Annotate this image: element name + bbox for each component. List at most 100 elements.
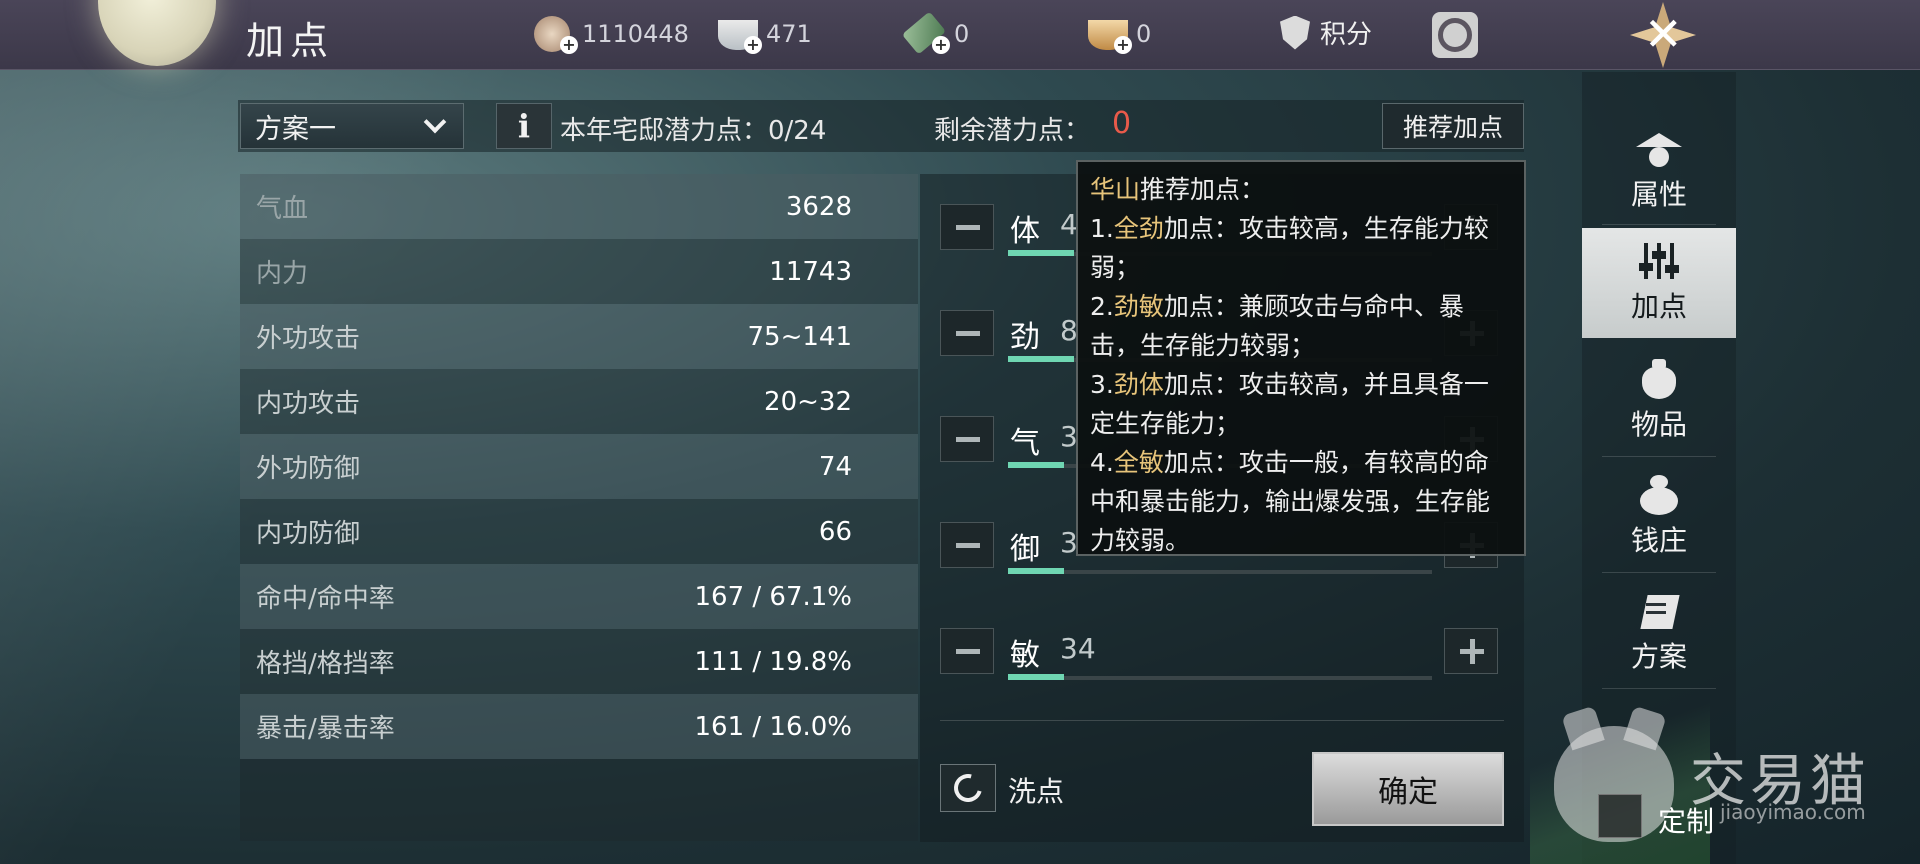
tooltip-item-key: 劲体: [1113, 370, 1164, 399]
decrease-button[interactable]: [940, 416, 994, 462]
stat-value: 74: [818, 451, 852, 482]
tooltip-title: 华山推荐加点：: [1090, 170, 1512, 209]
stat-value: 167 / 67.1%: [694, 581, 852, 612]
decrease-button[interactable]: [940, 204, 994, 250]
tooltip-item-key: 全劲: [1113, 214, 1164, 243]
increase-button[interactable]: [1444, 628, 1498, 674]
attribute-name: 敏: [1010, 638, 1040, 673]
tooltip-title-text: 推荐加点：: [1140, 175, 1266, 204]
stat-value: 11743: [769, 256, 852, 287]
stat-value: 66: [818, 516, 852, 547]
attribute-fill: [1008, 462, 1064, 468]
chevron-down-icon: [423, 110, 447, 134]
stat-value: 75~141: [747, 321, 853, 352]
stat-value: 111 / 19.8%: [694, 646, 852, 677]
attribute-name: 体: [1010, 214, 1040, 249]
tooltip-item-key: 全敏: [1113, 448, 1164, 477]
stat-row: 内功攻击 20~32: [240, 369, 918, 434]
tooltip-item-key: 劲敏: [1113, 292, 1164, 321]
stat-row: 命中/命中率 167 / 67.1%: [240, 564, 918, 629]
stat-label: 外功防御: [256, 454, 361, 484]
attribute-fill: [1008, 674, 1064, 680]
nav-item-label: 加点: [1630, 290, 1687, 323]
silver-ingot-currency[interactable]: + 471: [718, 16, 812, 54]
attribute-row-min: 敏 34: [940, 628, 1500, 680]
tooltip-school: 华山: [1090, 175, 1141, 204]
close-button[interactable]: ✕: [1620, 0, 1704, 70]
plan-select-value: 方案一: [255, 113, 336, 145]
nav-item-items[interactable]: 物品: [1582, 346, 1736, 456]
points-label: 积分: [1320, 20, 1373, 50]
nav-item-add-points[interactable]: 加点: [1582, 228, 1736, 338]
sliders-icon: [1636, 241, 1682, 281]
money-bag-icon: [1636, 475, 1682, 515]
copper-coin-currency[interactable]: + 1110448: [534, 16, 689, 54]
stat-row: 暴击/暴击率 161 / 16.0%: [240, 694, 918, 759]
stats-empty-area: [240, 759, 918, 841]
silver-ingot-value: 471: [766, 20, 812, 48]
tooltip-item-index: 3.: [1090, 370, 1114, 399]
points-button[interactable]: 积分: [1280, 14, 1372, 51]
attribute-name: 气: [1010, 426, 1040, 461]
page-title: 加点: [246, 19, 335, 63]
confirm-button[interactable]: 确定: [1312, 752, 1504, 826]
attribute-name: 御: [1010, 532, 1040, 567]
stat-row: 外功攻击 75~141: [240, 304, 918, 369]
reset-points-label[interactable]: 洗点: [1008, 770, 1064, 810]
silver-ingot-icon: +: [718, 16, 762, 54]
nav-item-attributes[interactable]: 属性: [1582, 116, 1736, 226]
bag-icon: [1636, 359, 1682, 399]
ticket-value: 0: [954, 20, 970, 48]
gold-ingot-icon: +: [1088, 16, 1132, 54]
stat-label: 内功攻击: [256, 389, 361, 419]
stat-row: 气血 3628: [240, 174, 918, 239]
remaining-potential-value: 0: [1112, 106, 1132, 141]
custom-label: 定制: [1658, 805, 1715, 838]
nav-item-label: 钱庄: [1630, 524, 1687, 557]
stat-value: 20~32: [764, 386, 852, 417]
hat-icon: [1636, 129, 1682, 169]
decrease-button[interactable]: [940, 310, 994, 356]
attribute-track: [1008, 570, 1432, 574]
nav-item-label: 属性: [1630, 178, 1687, 211]
nav-divider: [1602, 456, 1716, 457]
stat-row: 格挡/格挡率 111 / 19.8%: [240, 629, 918, 694]
stat-label: 气血: [256, 194, 309, 224]
top-bar: 加点 + 1110448 + 471 + 0 + 0 积分 ✕: [0, 0, 1920, 70]
tooltip-item-index: 1.: [1090, 214, 1114, 243]
attribute-track: [1008, 676, 1432, 680]
tooltip-item: 2.劲敏加点：兼顾攻击与命中、暴击，生存能力较弱；: [1090, 287, 1512, 365]
reset-points-button[interactable]: [940, 764, 996, 812]
divider: [940, 720, 1504, 721]
moon-decoration: [98, 0, 216, 66]
attribute-fill: [1008, 568, 1064, 574]
attribute-name: 劲: [1010, 320, 1040, 355]
remaining-potential-label: 剩余潜力点：: [934, 116, 1091, 146]
custom-button[interactable]: [1598, 794, 1642, 838]
stat-label: 内功防御: [256, 519, 361, 549]
stat-label: 命中/命中率: [256, 584, 395, 614]
stats-table: 气血 3628 内力 11743 外功攻击 75~141 内功攻击 20~32 …: [240, 174, 918, 759]
stat-row: 内功防御 66: [240, 499, 918, 564]
swirl-icon[interactable]: [1432, 12, 1478, 58]
recommend-button[interactable]: 推荐加点: [1382, 103, 1524, 149]
copper-coin-value: 1110448: [582, 20, 689, 48]
gold-ingot-value: 0: [1136, 20, 1152, 48]
stat-label: 外功攻击: [256, 324, 361, 354]
attribute-value: 34: [1060, 632, 1096, 665]
gold-ingot-currency[interactable]: + 0: [1088, 16, 1152, 54]
stat-value: 161 / 16.0%: [694, 711, 852, 742]
decrease-button[interactable]: [940, 522, 994, 568]
nav-item-bank[interactable]: 钱庄: [1582, 462, 1736, 572]
reset-icon: [948, 768, 988, 808]
plan-select[interactable]: 方案一: [240, 103, 464, 149]
annual-potential-label: 本年宅邸潜力点：0/24: [560, 116, 827, 146]
decrease-button[interactable]: [940, 628, 994, 674]
ticket-currency[interactable]: + 0: [901, 11, 970, 55]
close-icon: ✕: [1644, 7, 1683, 61]
nav-divider: [1602, 224, 1716, 225]
tooltip-item: 4.全敏加点：攻击一般，有较高的命中和暴击能力，输出爆发强，生存能力较弱。: [1090, 443, 1512, 560]
recommend-tooltip: 华山推荐加点： 1.全劲加点：攻击较高，生存能力较弱； 2.劲敏加点：兼顾攻击与…: [1076, 160, 1526, 556]
info-button[interactable]: i: [496, 103, 552, 149]
nav-divider: [1602, 572, 1716, 573]
